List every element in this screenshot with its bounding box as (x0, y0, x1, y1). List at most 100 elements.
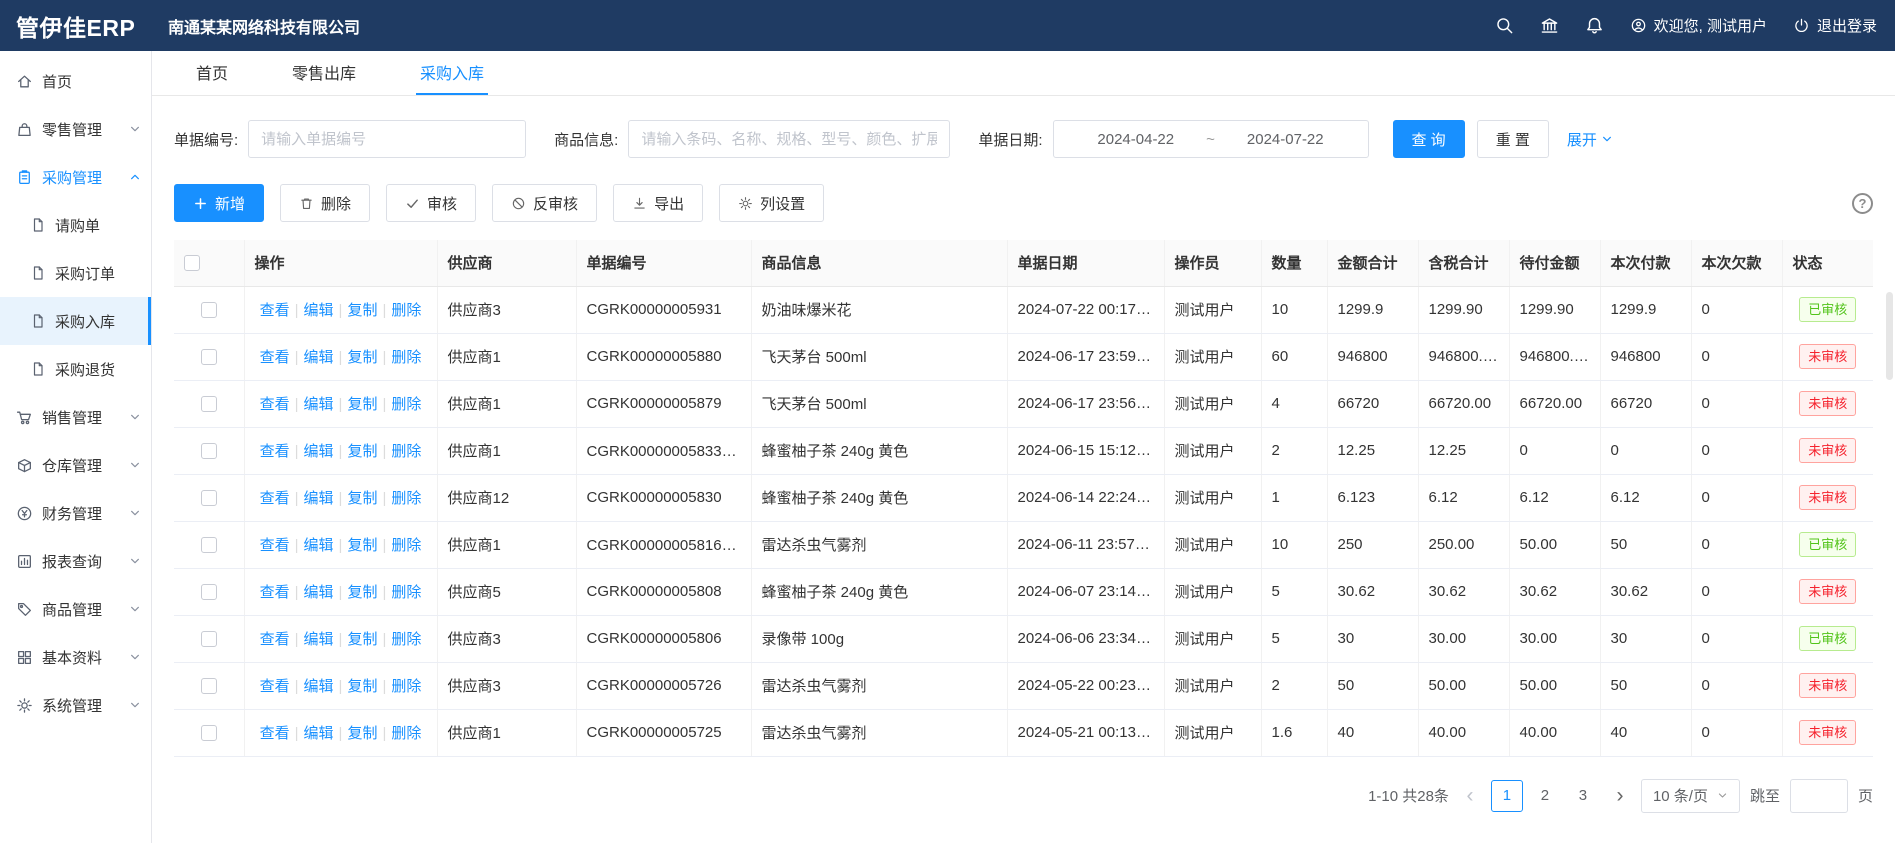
row-checkbox[interactable] (201, 725, 217, 741)
doc-no-input[interactable] (248, 120, 526, 158)
sidebar-item-purchase-order[interactable]: 采购订单 (0, 249, 151, 297)
table-scrollbar[interactable] (1886, 292, 1893, 380)
copy-link[interactable]: 复制 (347, 584, 377, 601)
delete-link[interactable]: 删除 (391, 396, 421, 413)
delete-link[interactable]: 删除 (391, 678, 421, 695)
sidebar-item-system[interactable]: 系统管理 (0, 681, 151, 729)
copy-link[interactable]: 复制 (347, 396, 377, 413)
welcome-user[interactable]: 欢迎您, 测试用户 (1630, 15, 1767, 36)
edit-link[interactable]: 编辑 (304, 396, 334, 413)
page-button-1[interactable]: 1 (1491, 780, 1523, 812)
product-info-input[interactable] (628, 120, 950, 158)
sidebar-item-retail[interactable]: 零售管理 (0, 105, 151, 153)
export-button[interactable]: 导出 (613, 184, 703, 222)
cell-supplier: 供应商5 (437, 568, 576, 615)
row-checkbox[interactable] (201, 396, 217, 412)
sidebar-item-sales[interactable]: 销售管理 (0, 393, 151, 441)
row-checkbox[interactable] (201, 678, 217, 694)
delete-button[interactable]: 删除 (280, 184, 370, 222)
view-link[interactable]: 查看 (260, 584, 290, 601)
view-link[interactable]: 查看 (260, 678, 290, 695)
sidebar-item-home[interactable]: 首页 (0, 57, 151, 105)
page-size-select[interactable]: 10 条/页 (1641, 779, 1740, 813)
view-link[interactable]: 查看 (260, 490, 290, 507)
copy-link[interactable]: 复制 (347, 725, 377, 742)
sidebar-item-purchase[interactable]: 采购管理 (0, 153, 151, 201)
bank-icon[interactable] (1540, 16, 1559, 35)
prev-page-button[interactable]: ‹ (1459, 780, 1481, 812)
delete-link[interactable]: 删除 (391, 349, 421, 366)
edit-link[interactable]: 编辑 (304, 725, 334, 742)
sidebar-item-purchase-return[interactable]: 采购退货 (0, 345, 151, 393)
row-checkbox[interactable] (201, 631, 217, 647)
action-separator: | (382, 349, 386, 366)
sidebar-item-warehouse[interactable]: 仓库管理 (0, 441, 151, 489)
chevron-down-icon (129, 699, 141, 711)
tab-purchase-inbound[interactable]: 采购入库 (416, 51, 488, 95)
page-button-2[interactable]: 2 (1529, 780, 1561, 812)
row-checkbox[interactable] (201, 302, 217, 318)
view-link[interactable]: 查看 (260, 725, 290, 742)
row-checkbox[interactable] (201, 349, 217, 365)
expand-filters-link[interactable]: 展开 (1567, 129, 1613, 150)
row-checkbox[interactable] (201, 584, 217, 600)
search-icon[interactable] (1495, 16, 1514, 35)
edit-link[interactable]: 编辑 (304, 443, 334, 460)
row-checkbox[interactable] (201, 443, 217, 459)
sidebar-item-goods[interactable]: 商品管理 (0, 585, 151, 633)
tab-retail-outbound[interactable]: 零售出库 (288, 51, 360, 95)
edit-link[interactable]: 编辑 (304, 302, 334, 319)
view-link[interactable]: 查看 (260, 302, 290, 319)
sidebar-item-basic-data[interactable]: 基本资料 (0, 633, 151, 681)
tab-home[interactable]: 首页 (192, 51, 232, 95)
view-link[interactable]: 查看 (260, 349, 290, 366)
search-button[interactable]: 查 询 (1393, 120, 1465, 158)
logout-button[interactable]: 退出登录 (1793, 15, 1877, 36)
copy-link[interactable]: 复制 (347, 678, 377, 695)
edit-link[interactable]: 编辑 (304, 631, 334, 648)
copy-link[interactable]: 复制 (347, 490, 377, 507)
copy-link[interactable]: 复制 (347, 349, 377, 366)
sidebar-item-report[interactable]: 报表查询 (0, 537, 151, 585)
select-all-checkbox[interactable] (184, 255, 200, 271)
unaudit-button[interactable]: 反审核 (492, 184, 597, 222)
cell-payable: 30.00 (1509, 615, 1600, 662)
view-link[interactable]: 查看 (260, 396, 290, 413)
next-page-button[interactable]: › (1609, 780, 1631, 812)
copy-link[interactable]: 复制 (347, 443, 377, 460)
sidebar-item-purchase-inbound[interactable]: 采购入库 (0, 297, 151, 345)
delete-link[interactable]: 删除 (391, 302, 421, 319)
help-icon[interactable]: ? (1852, 193, 1873, 214)
audit-button[interactable]: 审核 (386, 184, 476, 222)
date-range-picker[interactable]: 2024-04-22 ~ 2024-07-22 (1053, 120, 1369, 158)
reset-button[interactable]: 重 置 (1477, 120, 1549, 158)
copy-link[interactable]: 复制 (347, 537, 377, 554)
sidebar-item-purchase-request[interactable]: 请购单 (0, 201, 151, 249)
row-checkbox[interactable] (201, 490, 217, 506)
copy-link[interactable]: 复制 (347, 302, 377, 319)
delete-link[interactable]: 删除 (391, 725, 421, 742)
copy-link[interactable]: 复制 (347, 631, 377, 648)
edit-link[interactable]: 编辑 (304, 584, 334, 601)
delete-link[interactable]: 删除 (391, 443, 421, 460)
column-settings-button[interactable]: 列设置 (719, 184, 824, 222)
delete-link[interactable]: 删除 (391, 490, 421, 507)
view-link[interactable]: 查看 (260, 443, 290, 460)
add-button[interactable]: 新增 (174, 184, 264, 222)
delete-link[interactable]: 删除 (391, 584, 421, 601)
view-link[interactable]: 查看 (260, 537, 290, 554)
cell-tax-amount: 12.25 (1418, 427, 1509, 474)
row-checkbox[interactable] (201, 537, 217, 553)
edit-link[interactable]: 编辑 (304, 678, 334, 695)
delete-link[interactable]: 删除 (391, 537, 421, 554)
edit-link[interactable]: 编辑 (304, 490, 334, 507)
page-button-3[interactable]: 3 (1567, 780, 1599, 812)
bell-icon[interactable] (1585, 16, 1604, 35)
delete-link[interactable]: 删除 (391, 631, 421, 648)
jump-page-input[interactable] (1790, 779, 1848, 813)
view-link[interactable]: 查看 (260, 631, 290, 648)
sidebar-item-finance[interactable]: 财务管理 (0, 489, 151, 537)
edit-link[interactable]: 编辑 (304, 349, 334, 366)
cell-qty: 2 (1261, 427, 1327, 474)
edit-link[interactable]: 编辑 (304, 537, 334, 554)
